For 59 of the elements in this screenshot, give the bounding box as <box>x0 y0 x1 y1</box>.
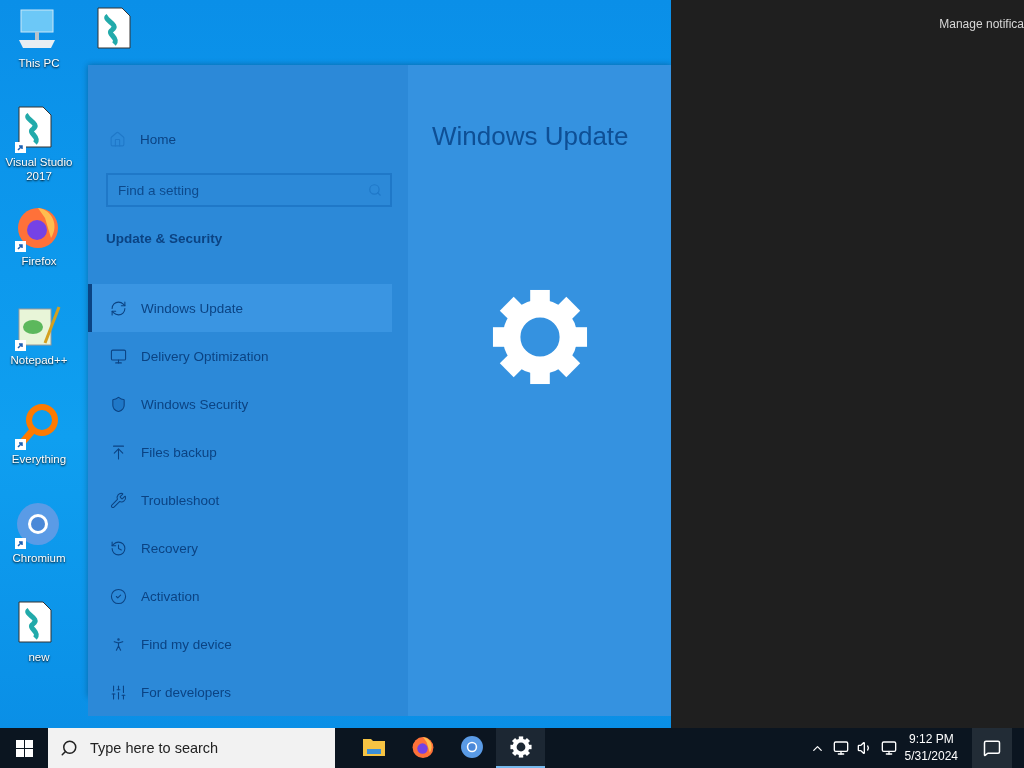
desktop-icon[interactable]: Everything <box>0 402 78 501</box>
shield-icon <box>110 395 127 413</box>
shortcut-arrow-icon <box>15 142 26 153</box>
desktop-icon[interactable]: Firefox <box>0 204 78 303</box>
chromium-icon <box>459 735 484 759</box>
desktop-icon[interactable]: This PC <box>0 6 78 105</box>
nav-item[interactable]: Delivery Optimization <box>88 332 392 380</box>
taskbar-search-field[interactable]: Type here to search <box>48 728 335 768</box>
search-field[interactable]: Find a setting <box>106 173 392 207</box>
document-icon <box>15 600 55 644</box>
shortcut-arrow-icon <box>15 538 26 549</box>
icon-label: This PC <box>17 56 61 70</box>
refresh-icon <box>110 299 127 317</box>
clock[interactable]: 9:12 PM 5/31/2024 <box>896 731 966 765</box>
icon-label: new <box>27 650 51 664</box>
display-icon[interactable] <box>880 740 897 756</box>
icon-label: Visual Studio 2017 <box>4 155 74 183</box>
search-icon <box>60 739 78 757</box>
nav-item[interactable]: Troubleshoot <box>88 476 392 524</box>
monitor-icon <box>110 347 127 365</box>
chromium-icon <box>15 501 61 547</box>
desktop-icon[interactable]: new <box>0 600 78 699</box>
icon-label: Everything <box>10 452 68 466</box>
upload-icon <box>110 443 127 461</box>
nav-item[interactable]: For developers <box>88 668 392 716</box>
fox-globe-icon <box>410 735 435 759</box>
windows-icon <box>15 739 33 757</box>
shortcut-arrow-icon <box>15 241 26 252</box>
document-icon <box>15 105 55 149</box>
desktop-icon[interactable]: Chromium <box>0 501 78 600</box>
nav-item[interactable]: Files backup <box>88 428 392 476</box>
network-icon[interactable] <box>832 740 849 756</box>
nav-item[interactable]: Recovery <box>88 524 392 572</box>
desktop-icon[interactable]: Visual Studio 2017 <box>0 105 78 204</box>
check-circle-icon <box>110 587 127 605</box>
taskbar-app[interactable] <box>496 728 545 768</box>
nav-item[interactable]: Find my device <box>88 620 392 668</box>
folder-icon <box>361 737 386 757</box>
document-icon <box>94 6 134 50</box>
icon-label: Notepad++ <box>9 353 69 367</box>
shortcut-arrow-icon <box>15 439 26 450</box>
wrench-icon <box>110 491 127 509</box>
nav-item[interactable]: Windows Update <box>88 284 392 332</box>
icon-label: Firefox <box>20 254 58 268</box>
history-icon <box>110 539 127 557</box>
manage-notifications-link[interactable]: Manage notifica <box>939 17 1024 31</box>
desktop-icon[interactable]: Notepad++ <box>0 303 78 402</box>
home-link[interactable]: Home <box>88 127 392 151</box>
page-title: Windows Update <box>432 121 629 152</box>
gear-icon <box>490 288 589 386</box>
icon-label: Chromium <box>11 551 67 565</box>
nav-item[interactable]: Activation <box>88 572 392 620</box>
nav-item[interactable]: Windows Security <box>88 380 392 428</box>
section-heading: Update & Security <box>106 231 224 246</box>
sliders-icon <box>110 683 127 701</box>
gear-icon <box>509 736 532 758</box>
notifications-button[interactable] <box>972 728 1012 768</box>
message-icon <box>983 739 1001 757</box>
shortcut-arrow-icon <box>15 340 26 351</box>
